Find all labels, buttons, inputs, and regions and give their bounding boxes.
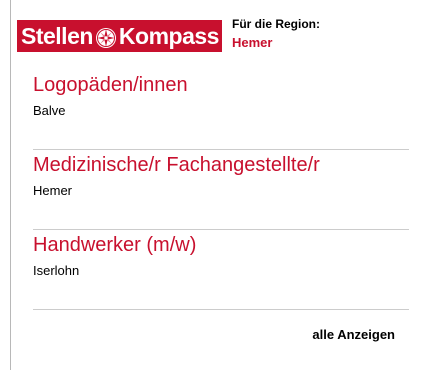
- job-list: Logopäden/innen Balve Medizinische/r Fac…: [33, 70, 409, 310]
- stellen-kompass-logo[interactable]: Stellen Kompass: [17, 20, 222, 52]
- job-title-link[interactable]: Logopäden/innen: [33, 72, 188, 98]
- job-location: Iserlohn: [33, 263, 80, 278]
- job-title-link[interactable]: Medizinische/r Fachangestellte/r: [33, 152, 320, 178]
- job-location: Balve: [33, 103, 66, 118]
- job-title-link[interactable]: Handwerker (m/w): [33, 232, 196, 258]
- compass-icon: [95, 25, 117, 48]
- stellen-kompass-widget: Stellen Kompass Für die Region: Hemer Lo…: [0, 0, 426, 370]
- job-item: Logopäden/innen Balve: [33, 70, 409, 150]
- region-label: Für die Region:: [232, 17, 320, 31]
- job-item: Medizinische/r Fachangestellte/r Hemer: [33, 150, 409, 230]
- logo-text-right: Kompass: [118, 23, 220, 49]
- all-ads-link[interactable]: alle Anzeigen: [312, 327, 395, 343]
- left-divider: [10, 0, 11, 370]
- region-box: Für die Region: Hemer: [232, 15, 412, 51]
- logo-text-left: Stellen: [21, 23, 93, 49]
- header: Stellen Kompass Für die Region: Hemer: [15, 15, 415, 55]
- region-value[interactable]: Hemer: [232, 35, 412, 51]
- job-location: Hemer: [33, 183, 73, 198]
- job-item: Handwerker (m/w) Iserlohn: [33, 230, 409, 310]
